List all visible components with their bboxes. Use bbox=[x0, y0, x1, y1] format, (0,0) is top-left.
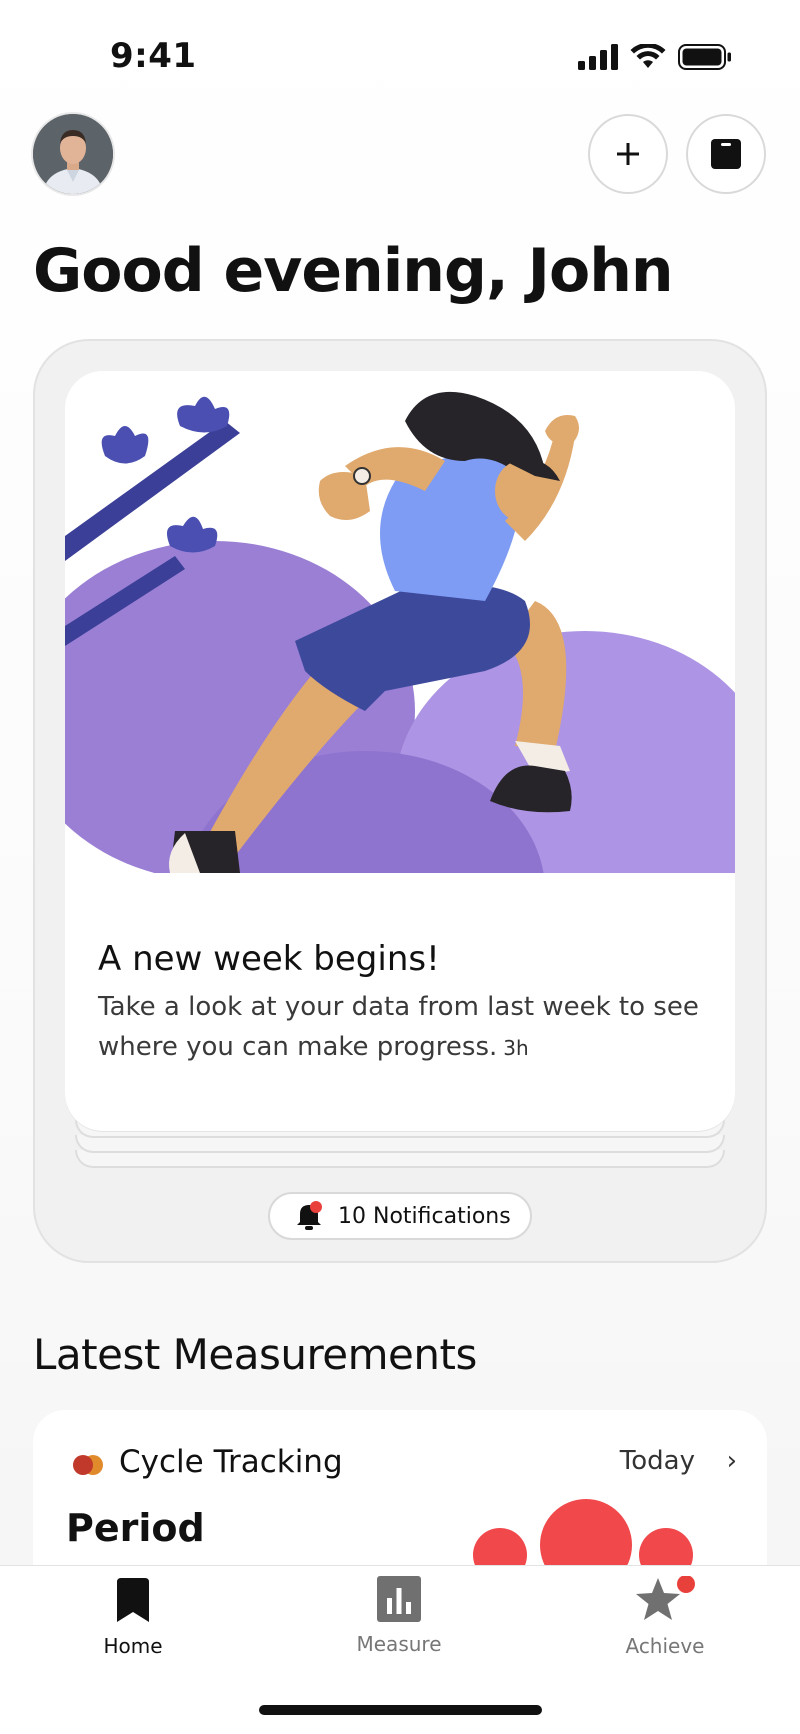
profile-avatar[interactable] bbox=[33, 114, 113, 194]
measure-date: Today bbox=[619, 1446, 695, 1476]
feed-card[interactable]: A new week begins! Take a look at your d… bbox=[65, 371, 735, 1131]
add-icon bbox=[617, 143, 639, 165]
tab-home[interactable]: Home bbox=[53, 1576, 213, 1658]
battery-icon bbox=[678, 44, 731, 70]
tab-label-home: Home bbox=[103, 1634, 163, 1658]
scale-button[interactable] bbox=[686, 114, 766, 194]
wifi-icon bbox=[630, 44, 666, 68]
star-icon bbox=[636, 1576, 695, 1620]
feed-title: A new week begins! bbox=[98, 939, 440, 979]
measure-value: Period bbox=[66, 1506, 205, 1550]
measure-label: Cycle Tracking bbox=[119, 1444, 343, 1480]
chevron-right-icon: › bbox=[726, 1446, 737, 1476]
status-time: 9:41 bbox=[110, 36, 197, 76]
greeting-title: Good evening, John bbox=[33, 236, 674, 306]
cycle-tracking-icon bbox=[73, 1455, 103, 1475]
section-title: Latest Measurements bbox=[33, 1330, 477, 1379]
feed-body-text: Take a look at your data from last week … bbox=[98, 992, 699, 1062]
home-indicator[interactable] bbox=[259, 1705, 542, 1715]
tab-achieve[interactable]: Achieve bbox=[585, 1576, 745, 1658]
feed-body: Take a look at your data from last week … bbox=[98, 987, 708, 1068]
avatar-photo bbox=[33, 114, 113, 194]
tab-label-achieve: Achieve bbox=[625, 1634, 705, 1658]
status-icons bbox=[578, 44, 732, 70]
bell-icon bbox=[297, 1201, 322, 1230]
add-button[interactable] bbox=[588, 114, 668, 194]
signal-icon bbox=[578, 44, 618, 70]
runner-illustration bbox=[65, 371, 735, 873]
notifications-pill[interactable]: 10 Notifications bbox=[268, 1192, 532, 1240]
bar-chart-icon bbox=[377, 1576, 421, 1622]
scale-icon bbox=[711, 139, 741, 169]
bookmark-icon bbox=[117, 1578, 149, 1622]
tab-label-measure: Measure bbox=[356, 1632, 442, 1656]
feed-time: 3h bbox=[503, 1036, 529, 1060]
status-bar: 9:41 bbox=[0, 0, 800, 110]
notifications-label: 10 Notifications bbox=[338, 1203, 511, 1229]
tab-measure[interactable]: Measure bbox=[319, 1576, 479, 1656]
